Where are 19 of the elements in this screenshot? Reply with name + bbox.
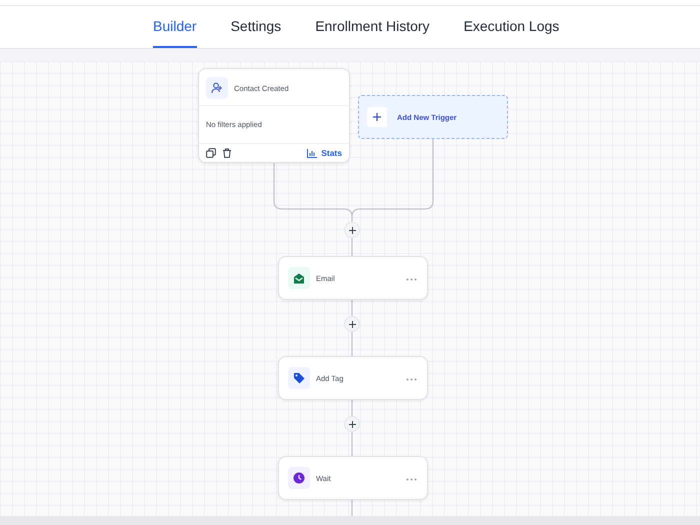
copy-icon[interactable] (206, 148, 216, 158)
envelope-icon (293, 272, 305, 284)
plus-icon (348, 420, 356, 428)
add-step-button[interactable] (344, 222, 360, 238)
add-user-icon (211, 82, 223, 94)
add-step-button[interactable] (344, 316, 360, 332)
tab[interactable]: Execution Logs (464, 6, 560, 48)
tab[interactable]: Settings (230, 6, 282, 48)
add-step-button[interactable] (344, 416, 360, 432)
tag-icon (293, 372, 305, 384)
plus-icon (348, 320, 356, 328)
plus-icon (348, 226, 356, 234)
bar-chart-icon (307, 148, 318, 158)
clock-icon (293, 472, 305, 484)
trash-icon[interactable] (222, 148, 232, 158)
plus-icon (373, 113, 381, 121)
tab[interactable]: Builder (153, 6, 197, 48)
stats-button[interactable]: Stats (307, 148, 342, 158)
tab[interactable]: Enrollment History (315, 6, 430, 48)
